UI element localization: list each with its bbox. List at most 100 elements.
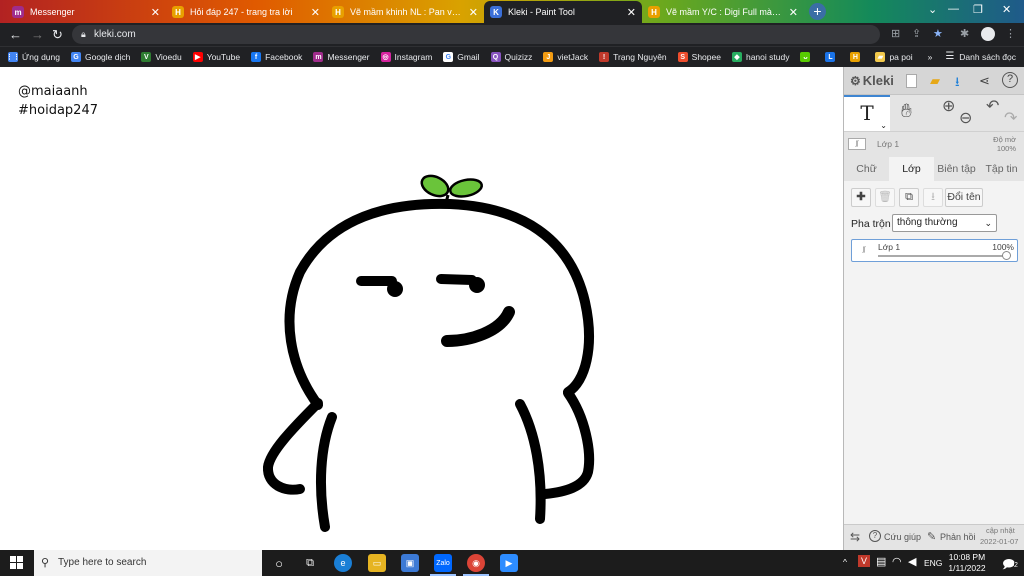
close-tab-icon[interactable]: ✕: [627, 6, 636, 19]
bookmark-trạng-nguyên[interactable]: ! Trạng Nguyên: [599, 52, 667, 62]
bookmark-shopee[interactable]: S Shopee: [677, 52, 721, 62]
chevron-down-icon[interactable]: ⌄: [880, 121, 887, 131]
add-layer-button[interactable]: ✚: [851, 188, 871, 207]
tab-hoidap-question[interactable]: H Vẽ mầm khinh NL : Pan vẽ xấu m ✕: [326, 1, 484, 23]
forward-icon[interactable]: →: [31, 27, 44, 42]
task-view-icon[interactable]: ⧉: [301, 554, 319, 572]
zalo-icon[interactable]: Zalo: [434, 554, 452, 572]
close-tab-icon[interactable]: ✕: [311, 6, 320, 19]
extensions-icon[interactable]: ✱: [960, 27, 969, 40]
clock-time[interactable]: 10:08 PM: [948, 552, 986, 562]
bookmark-star-icon[interactable]: ★: [933, 27, 943, 40]
share-icon[interactable]: ⋖: [979, 73, 990, 89]
zoom-icon[interactable]: ▶: [500, 554, 518, 572]
translate-page-icon[interactable]: ⊞: [891, 27, 900, 40]
bookmark-l[interactable]: L: [825, 52, 839, 62]
tab-hoidap[interactable]: H Hỏi đáp 247 - trang tra lời ✕: [166, 1, 326, 23]
back-icon[interactable]: ←: [9, 27, 22, 42]
rename-layer-button[interactable]: Đổi tên: [945, 188, 983, 207]
close-tab-icon[interactable]: ✕: [151, 6, 160, 19]
layer-item-name: Lớp 1: [878, 242, 901, 252]
new-tab-button[interactable]: +: [809, 3, 826, 20]
zoom-out-icon[interactable]: ⊖: [959, 108, 972, 128]
language-indicator[interactable]: ENG: [924, 558, 942, 568]
blend-mode-select[interactable]: thông thường ⌄: [892, 214, 997, 232]
cortana-icon[interactable]: ○: [270, 554, 288, 572]
hand-tool-icon[interactable]: ✋︎: [901, 101, 912, 123]
antivirus-icon[interactable]: V: [858, 555, 870, 567]
help-icon[interactable]: ?: [869, 530, 881, 542]
tab-messenger[interactable]: m Messenger ✕: [6, 1, 166, 23]
share-icon[interactable]: ⇪: [912, 27, 921, 40]
store-icon[interactable]: ▣: [401, 554, 419, 572]
open-folder-icon[interactable]: ▰: [930, 73, 940, 89]
close-tab-icon[interactable]: ✕: [469, 6, 478, 19]
tab-hoidap-digi[interactable]: H Vẽ mầm Y/C : Digi Full màu Có t ✕: [642, 1, 804, 23]
reading-list-button[interactable]: ☰ Danh sách đọc: [945, 51, 1016, 62]
bookmark-quizizz[interactable]: Q Quizizz: [490, 52, 532, 62]
bookmark-google-dịch[interactable]: G Google dịch: [70, 52, 130, 62]
text-tool-button[interactable]: T ⌄: [844, 95, 890, 131]
bookmarks-bar: ⋮⋮ Ứng dụng G Google dịch V Vioedu ▶ YouTube f Fa…: [0, 46, 1024, 67]
download-icon[interactable]: ⭳: [955, 73, 960, 95]
delete-layer-button[interactable]: 🗑︎: [875, 188, 895, 207]
slider-knob[interactable]: [1002, 251, 1011, 260]
help-link[interactable]: Cứu giúp: [884, 532, 921, 542]
reload-icon[interactable]: ↻: [52, 27, 63, 43]
profile-avatar[interactable]: [981, 27, 995, 41]
show-hidden-icons-icon[interactable]: ^: [843, 557, 847, 567]
undo-icon[interactable]: ↶: [986, 96, 999, 116]
bookmark-instagram[interactable]: ◎ Instagram: [380, 52, 432, 62]
bookmark-label: Gmail: [457, 52, 480, 62]
tab-text[interactable]: Chữ: [844, 157, 889, 181]
close-tab-icon[interactable]: ✕: [789, 6, 798, 19]
duplicate-layer-button[interactable]: ⧉: [899, 188, 919, 207]
merge-layer-button[interactable]: ⭳: [923, 188, 943, 207]
right-arm-inner: [515, 399, 546, 524]
menu-icon[interactable]: ⋮: [1005, 27, 1016, 40]
tab-layers[interactable]: Lớp: [889, 157, 934, 181]
new-file-icon[interactable]: [906, 74, 917, 88]
restore-icon[interactable]: ❐: [973, 3, 983, 16]
bookmark-vietjack[interactable]: JvietJack: [543, 52, 588, 62]
drawing-canvas[interactable]: @maiaanh #hoidap247: [0, 67, 843, 550]
blend-mode-label: Pha trộn: [851, 218, 891, 230]
tab-file[interactable]: Tập tin: [979, 157, 1024, 181]
bookmark-ứng-dụng[interactable]: ⋮⋮ Ứng dụng: [6, 52, 60, 62]
reading-list-icon: ☰: [945, 51, 955, 62]
layer-list-item[interactable]: ʃʃ Lớp 1 100%: [851, 239, 1018, 262]
layer-opacity-slider[interactable]: [878, 251, 1011, 260]
bookmark-hoidap[interactable]: H: [850, 52, 864, 62]
zoom-in-icon[interactable]: ⊕: [942, 96, 955, 116]
close-window-icon[interactable]: ✕: [1002, 3, 1011, 16]
bookmark-pa-poi[interactable]: ▰ pa poi: [875, 52, 913, 62]
file-explorer-icon[interactable]: ▭: [368, 554, 386, 572]
bookmark-gmail[interactable]: G Gmail: [443, 52, 480, 62]
bookmark-vioedu[interactable]: V Vioedu: [141, 52, 182, 62]
network-icon[interactable]: ▤: [876, 555, 886, 568]
bookmark-hanoi-study[interactable]: ◆ hanoi study: [731, 52, 789, 62]
chevron-down-icon[interactable]: ⌄: [928, 3, 937, 16]
current-layer-row[interactable]: ʃʃ Lớp 1 Độ mờ 100%: [844, 131, 1024, 155]
volume-icon[interactable]: ◀︎: [908, 555, 916, 568]
bookmark-facebook[interactable]: f Facebook: [251, 52, 302, 62]
chrome-icon[interactable]: ◉: [467, 554, 485, 572]
url-field[interactable]: 🔒︎ kleki.com: [72, 25, 880, 44]
tab-edit[interactable]: Biên tập: [934, 157, 979, 181]
updated-date[interactable]: 2022-01-07: [980, 537, 1018, 546]
edge-icon[interactable]: e: [334, 554, 352, 572]
taskbar-search-box[interactable]: ⚲ Type here to search: [34, 550, 262, 576]
tab-kleki[interactable]: K Kleki - Paint Tool ✕: [484, 1, 642, 23]
swap-side-icon[interactable]: ⇆: [850, 530, 860, 544]
bookmark-duolingo[interactable]: ᴗ: [800, 52, 814, 62]
clock-date[interactable]: 1/11/2022: [946, 563, 988, 573]
feedback-link[interactable]: Phản hồi: [940, 532, 976, 542]
bookmarks-overflow-icon[interactable]: »: [928, 52, 933, 62]
windows-start-icon[interactable]: [10, 556, 24, 570]
wifi-icon[interactable]: ◠: [892, 555, 902, 568]
bookmark-messenger[interactable]: m Messenger: [313, 52, 370, 62]
bookmark-youtube[interactable]: ▶ YouTube: [192, 52, 240, 62]
minimize-icon[interactable]: —: [948, 3, 959, 15]
help-icon[interactable]: ?: [1002, 72, 1018, 88]
redo-icon[interactable]: ↷: [1004, 108, 1017, 128]
